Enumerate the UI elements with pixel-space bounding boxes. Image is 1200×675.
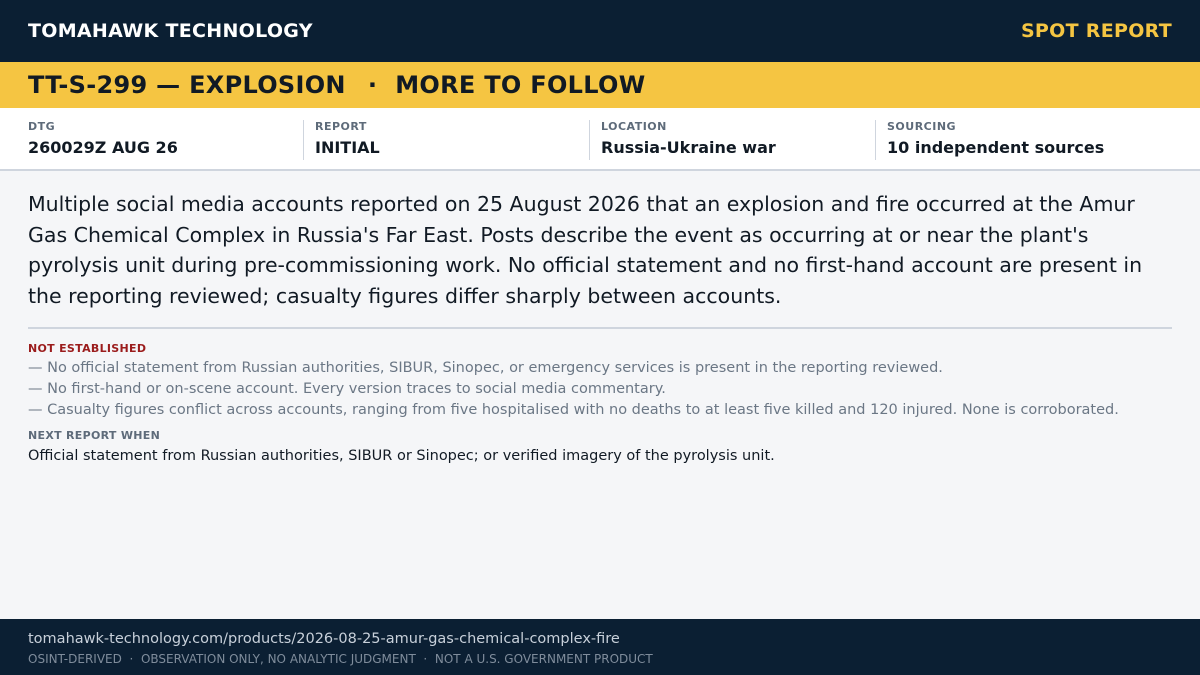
not-established-item: — No first-hand or on-scene account. Eve… bbox=[28, 381, 666, 397]
report-type: SPOT REPORT bbox=[1020, 20, 1172, 42]
headline-status: MORE TO FOLLOW bbox=[395, 71, 646, 99]
headline-banner: TT-S-299 — EXPLOSION · MORE TO FOLLOW bbox=[0, 62, 1200, 108]
meta-report-label: REPORT bbox=[315, 120, 367, 133]
top-bar: TOMAHAWK TECHNOLOGY SPOT REPORT bbox=[0, 0, 1200, 62]
meta-strip: DTG 260029Z AUG 26 REPORT INITIAL LOCATI… bbox=[0, 108, 1200, 171]
meta-report: REPORT INITIAL bbox=[303, 120, 589, 160]
not-established-item: — Casualty figures conflict across accou… bbox=[28, 402, 1119, 418]
meta-report-value: INITIAL bbox=[315, 138, 380, 157]
headline-id-subject: TT-S-299 — EXPLOSION bbox=[28, 71, 346, 99]
not-established-list: — No official statement from Russian aut… bbox=[28, 358, 1178, 421]
spot-report-page: TOMAHAWK TECHNOLOGY SPOT REPORT TT-S-299… bbox=[0, 0, 1200, 675]
summary-text: Multiple social media accounts reported … bbox=[28, 192, 1143, 308]
not-established-title: NOT ESTABLISHED bbox=[28, 342, 147, 355]
footer-disclaimer: OSINT-DERIVED · OBSERVATION ONLY, NO ANA… bbox=[28, 652, 653, 666]
section-divider bbox=[28, 327, 1172, 329]
meta-sourcing-value: 10 independent sources bbox=[887, 138, 1105, 157]
footer-url-link[interactable]: tomahawk-technology.com/products/2026-08… bbox=[28, 629, 1172, 649]
headline-separator: · bbox=[367, 71, 378, 99]
not-established-item: — No official statement from Russian aut… bbox=[28, 360, 943, 376]
brand-name: TOMAHAWK TECHNOLOGY bbox=[28, 20, 313, 42]
meta-dtg-label: DTG bbox=[28, 120, 56, 133]
next-report-text: Official statement from Russian authorit… bbox=[28, 448, 775, 464]
meta-location-value: Russia-Ukraine war bbox=[601, 138, 776, 157]
footer: tomahawk-technology.com/products/2026-08… bbox=[0, 619, 1200, 675]
meta-location-label: LOCATION bbox=[601, 120, 667, 133]
meta-sourcing-label: SOURCING bbox=[887, 120, 957, 133]
meta-dtg: DTG 260029Z AUG 26 bbox=[28, 120, 303, 160]
meta-sourcing: SOURCING 10 independent sources bbox=[875, 120, 1161, 160]
meta-dtg-value: 260029Z AUG 26 bbox=[28, 138, 178, 157]
next-report-title: NEXT REPORT WHEN bbox=[28, 429, 161, 442]
meta-location: LOCATION Russia-Ukraine war bbox=[589, 120, 875, 160]
